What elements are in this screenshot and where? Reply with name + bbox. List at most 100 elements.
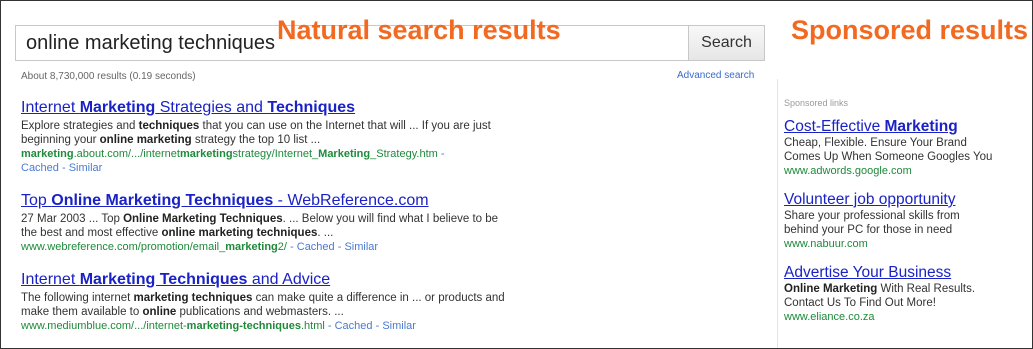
snippet-keyword: online: [142, 306, 177, 318]
result-title-link[interactable]: Internet Marketing Techniques and Advice: [21, 270, 766, 289]
ad-text: Share your professional skills from: [784, 210, 960, 222]
advanced-search-link[interactable]: Advanced search: [677, 70, 754, 81]
cached-link[interactable]: Cached: [297, 241, 335, 253]
ad-text: Contact Us To Find Out More!: [784, 297, 936, 309]
sponsored-results-annotation: Sponsored results: [791, 15, 1029, 45]
snippet-text: beginning your: [21, 134, 100, 146]
ad-description-line: behind your PC for those in need: [784, 223, 1029, 237]
snippet-text: that you can use on the Internet that wi…: [199, 120, 491, 132]
url-keyword: marketing: [21, 148, 74, 160]
snippet-text: can make quite a difference in ... or pr…: [252, 292, 505, 304]
ad-title-text: Volunteer job opportunity: [784, 191, 956, 208]
title-text: and Advice: [247, 271, 331, 288]
snippet-text: make them available to: [21, 306, 143, 318]
ad-text: With Real Results.: [877, 283, 976, 295]
ad-title-keyword: Marketing: [884, 118, 958, 135]
ad-text: behind your PC for those in need: [784, 224, 953, 236]
cached-link[interactable]: Cached: [21, 162, 59, 174]
natural-results-annotation: Natural search results: [277, 15, 561, 45]
snippet-line: beginning your online marketing strategy…: [21, 133, 766, 147]
sponsored-links-header: Sponsored links: [784, 98, 849, 108]
url-text: .html: [300, 320, 325, 332]
title-text: Top: [21, 192, 52, 209]
ad-description-line: Cheap, Flexible. Ensure Your Brand: [784, 136, 1029, 150]
snippet-keyword: techniques: [138, 120, 200, 132]
url-text: _Strategy.htm: [370, 148, 438, 160]
url-keyword: marketing-techniques: [186, 320, 301, 332]
result-title-link[interactable]: Internet Marketing Strategies and Techni…: [21, 98, 766, 117]
similar-link[interactable]: Similar: [382, 320, 416, 332]
snippet-text: Explore strategies and: [21, 120, 139, 132]
snippet-text: The following internet: [21, 292, 134, 304]
url-text: .about.com/.../internet: [73, 148, 180, 160]
snippet-keyword: marketing techniques: [133, 292, 253, 304]
ad-description-line: Contact Us To Find Out More!: [784, 296, 1029, 310]
ad-text: Cheap, Flexible. Ensure Your Brand: [784, 137, 967, 149]
meta-separator: -: [324, 320, 335, 332]
ad-title-text: Advertise Your Business: [784, 264, 952, 281]
column-divider: [777, 79, 778, 348]
title-text: Internet: [21, 271, 80, 288]
snippet-text: the best and most effective: [21, 227, 162, 239]
ad-title-link[interactable]: Advertise Your Business: [784, 263, 1029, 282]
result-snippet: 27 Mar 2003 ... Top Online Marketing Tec…: [21, 212, 766, 240]
ad-title-link[interactable]: Cost-Effective Marketing: [784, 117, 1029, 136]
similar-link[interactable]: Similar: [344, 241, 378, 253]
title-text: - WebReference.com: [273, 192, 429, 209]
snippet-text: . ... Below you will find what I believe…: [282, 213, 499, 225]
ad-description-line: Share your professional skills from: [784, 209, 1029, 223]
snippet-line: Explore strategies and techniques that y…: [21, 119, 766, 133]
sponsored-ad: Cost-Effective Marketing Cheap, Flexible.…: [784, 117, 1029, 178]
snippet-text: . ...: [317, 227, 334, 239]
title-text: Internet: [21, 99, 80, 116]
snippet-keyword: online marketing: [99, 134, 192, 146]
snippet-text: publications and webmasters. ...: [176, 306, 344, 318]
url-keyword: Marketing: [318, 148, 371, 160]
snippet-text: strategy the top 10 list ...: [191, 134, 321, 146]
search-button[interactable]: Search: [688, 25, 765, 61]
ad-url[interactable]: www.eliance.co.za: [784, 310, 1029, 324]
result-url: www.webreference.com/promotion/email_mar…: [21, 240, 766, 254]
url-keyword: marketing: [179, 148, 233, 160]
sponsored-links-panel: Sponsored links Cost-Effective Marketing…: [784, 98, 1029, 336]
url-text: www.webreference.com/promotion/email_: [21, 241, 226, 253]
meta-separator: -: [437, 148, 445, 160]
result-title-link[interactable]: Top Online Marketing Techniques - WebRef…: [21, 191, 766, 210]
result-stats: About 8,730,000 results (0.19 seconds): [21, 71, 196, 82]
ad-url[interactable]: www.nabuur.com: [784, 237, 1029, 251]
title-keyword: Techniques: [267, 99, 356, 116]
ad-title-text: Cost-Effective: [784, 118, 885, 135]
search-result: Internet Marketing Strategies and Techni…: [21, 98, 766, 175]
snippet-line: The following internet marketing techniq…: [21, 291, 766, 305]
url-text: 2/: [277, 241, 287, 253]
ad-url[interactable]: www.adwords.google.com: [784, 164, 1029, 178]
result-url: www.mediumblue.com/.../internet-marketin…: [21, 319, 766, 333]
snippet-text: 27 Mar 2003 ... Top: [21, 213, 124, 225]
search-results-page: online marketing techniques Search Natur…: [0, 0, 1033, 349]
cached-link[interactable]: Cached: [335, 320, 373, 332]
snippet-line: the best and most effective online marke…: [21, 226, 766, 240]
url-text: www.mediumblue.com/.../internet-: [21, 320, 187, 332]
snippet-keyword: Online Marketing Techniques: [123, 213, 283, 225]
search-result: Top Online Marketing Techniques - WebRef…: [21, 191, 766, 254]
search-result: Internet Marketing Techniques and Advice…: [21, 270, 766, 333]
ad-title-link[interactable]: Volunteer job opportunity: [784, 190, 1029, 209]
sponsored-ad: Volunteer job opportunity Share your prof…: [784, 190, 1029, 251]
meta-separator: -: [286, 241, 297, 253]
sponsored-ad: Advertise Your Business Online Marketing …: [784, 263, 1029, 324]
meta-separator: -: [58, 162, 69, 174]
meta-separator: -: [334, 241, 345, 253]
url-text: strategy/Internet_: [232, 148, 319, 160]
title-keyword: Marketing Techniques: [79, 271, 248, 288]
result-snippet: Explore strategies and techniques that y…: [21, 119, 766, 147]
ad-text: Comes Up When Someone Googles You: [784, 151, 993, 163]
similar-link[interactable]: Similar: [69, 162, 103, 174]
ad-description-line: Comes Up When Someone Googles You: [784, 150, 1029, 164]
result-snippet: The following internet marketing techniq…: [21, 291, 766, 319]
snippet-line: 27 Mar 2003 ... Top Online Marketing Tec…: [21, 212, 766, 226]
result-url: marketing.about.com/.../internetmarketin…: [21, 147, 766, 161]
title-text: Strategies and: [155, 99, 268, 116]
title-keyword: Marketing: [79, 99, 156, 116]
ad-description-line: Online Marketing With Real Results.: [784, 282, 1029, 296]
url-keyword: marketing: [225, 241, 278, 253]
